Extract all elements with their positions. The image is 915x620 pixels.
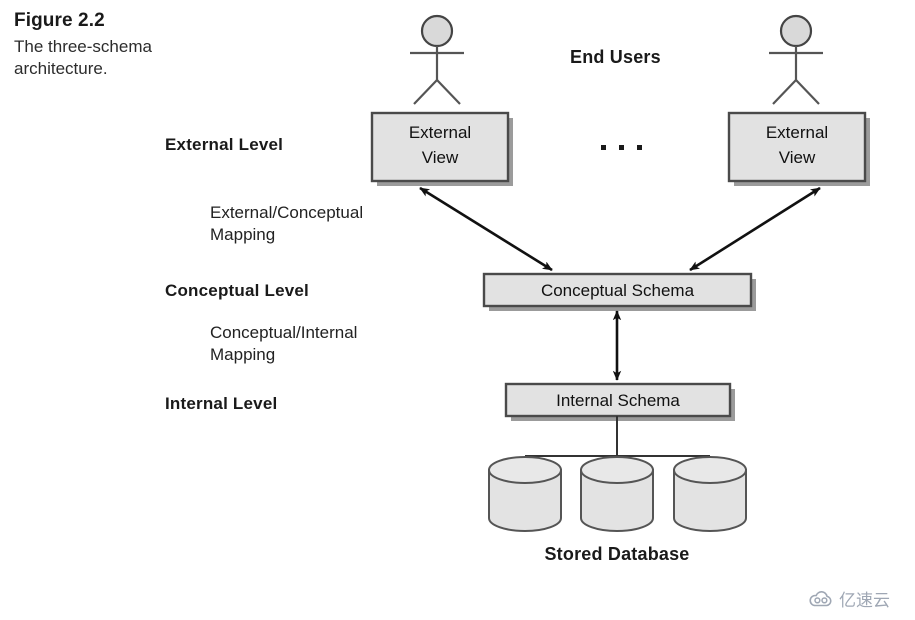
internal-schema-box[interactable]: [504, 382, 735, 421]
figure-caption: The three-schema architecture.: [14, 37, 152, 79]
stored-database-disk-center: [580, 456, 654, 532]
stored-database-disk-right: [673, 456, 747, 532]
label-internal-level: Internal Level: [165, 394, 278, 413]
label-conceptual-internal-mapping: Conceptual/Internal Mapping: [210, 323, 358, 365]
watermark-text: 亿速云: [839, 591, 890, 611]
label-external-level: External Level: [165, 135, 284, 154]
label-external-conceptual-mapping: External/Conceptual Mapping: [210, 203, 364, 245]
label-end-users: End Users: [570, 47, 661, 67]
arrow-external-left-to-conceptual: [419, 186, 553, 272]
figure-canvas: Figure 2.2 The three-schema architecture…: [0, 0, 915, 620]
external-view-box-right[interactable]: [727, 111, 870, 186]
end-user-actor-right: [769, 14, 823, 105]
label-stored-database: Stored Database: [544, 544, 690, 564]
end-user-actor-left: [410, 14, 464, 105]
label-conceptual-level: Conceptual Level: [165, 281, 309, 300]
three-schema-diagram: [370, 14, 870, 532]
ellipsis-dots: [601, 145, 642, 150]
figure-number: Figure 2.2: [14, 10, 105, 31]
arrow-external-right-to-conceptual: [689, 186, 821, 272]
watermark: 亿速云: [808, 586, 890, 611]
cloud-icon: [809, 590, 832, 606]
external-view-box-left[interactable]: [370, 111, 513, 186]
conceptual-schema-box[interactable]: [482, 272, 756, 311]
stored-database-disk-left: [488, 456, 562, 532]
